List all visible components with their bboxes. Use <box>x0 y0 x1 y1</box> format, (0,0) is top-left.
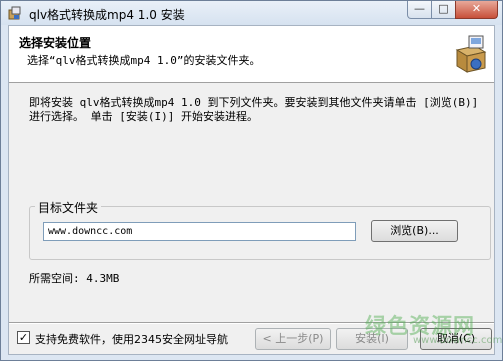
browse-button[interactable]: 浏览(B)... <box>371 220 458 242</box>
target-folder-label: 目标文件夹 <box>35 199 102 216</box>
app-installer-icon <box>8 6 21 20</box>
page-title: 选择安装位置 <box>19 36 92 50</box>
minimize-button[interactable]: — <box>407 1 432 19</box>
maximize-button[interactable]: □ <box>431 1 456 19</box>
page-subtitle: 选择“qlv格式转换成mp4 1.0”的安装文件夹。 <box>27 54 261 67</box>
window-title: qlv格式转换成mp4 1.0 安装 <box>29 8 185 22</box>
space-required: 所需空间: 4.3MB <box>29 272 120 285</box>
support-checkbox[interactable]: ✓ <box>17 331 30 344</box>
close-button[interactable]: ✕ <box>455 1 498 19</box>
title-bar[interactable]: qlv格式转换成mp4 1.0 安装 — □ ✕ <box>1 1 502 25</box>
watermark-url: www.downcc.com <box>413 335 503 346</box>
installer-window: qlv格式转换成mp4 1.0 安装 — □ ✕ 选择安装位置 选择“qlv格式… <box>0 0 503 361</box>
install-path-input[interactable]: www.downcc.com <box>43 222 356 241</box>
support-checkbox-label[interactable]: 支持免费软件，使用2345安全网址导航 <box>35 331 228 347</box>
installer-box-icon <box>455 35 487 73</box>
dialog-client: 选择安装位置 选择“qlv格式转换成mp4 1.0”的安装文件夹。 即将安装 q… <box>8 25 495 355</box>
back-button[interactable]: < 上一步(P) <box>255 328 331 350</box>
page-header: 选择安装位置 选择“qlv格式转换成mp4 1.0”的安装文件夹。 <box>9 26 494 83</box>
install-description: 即将安装 qlv格式转换成mp4 1.0 到下列文件夹。要安装到其他文件夹请单击… <box>29 96 479 123</box>
